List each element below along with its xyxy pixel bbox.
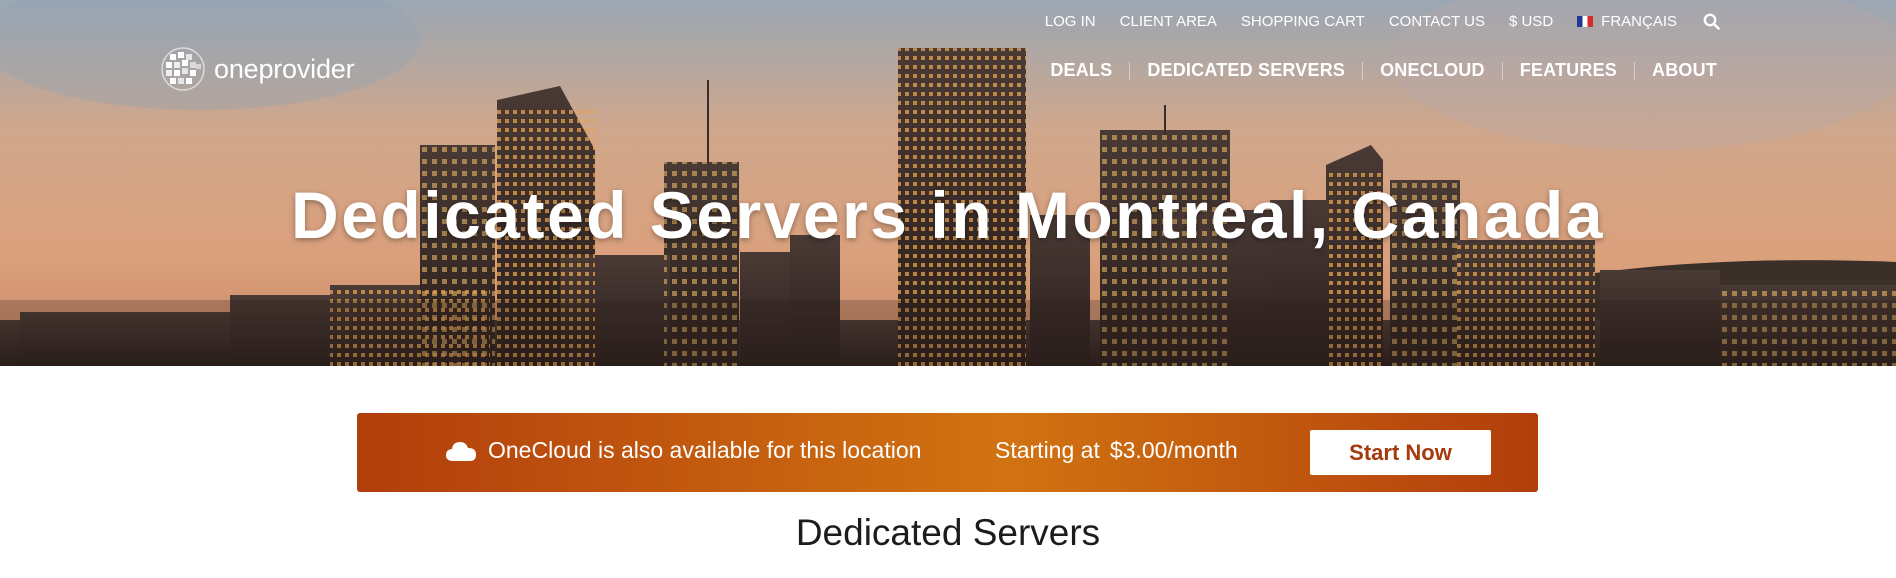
nav-divider (1501, 61, 1503, 80)
language-selector[interactable]: FRANÇAIS (1577, 13, 1677, 30)
nav-features[interactable]: FEATURES (1520, 60, 1617, 81)
util-shopping-cart-link[interactable]: SHOPPING CART (1241, 13, 1365, 30)
price-value: $3.00/month (1109, 437, 1238, 463)
language-label: FRANÇAIS (1601, 12, 1677, 30)
section-title: Dedicated Servers (795, 512, 1101, 553)
hero-banner: oneprovider LOG IN CLIENT AREA SHOPPING … (0, 0, 1896, 366)
util-client-area-link[interactable]: CLIENT AREA (1120, 13, 1217, 30)
nav-divider (1129, 61, 1131, 80)
nav-onecloud[interactable]: ONECLOUD (1380, 60, 1485, 81)
search-button[interactable] (1701, 11, 1721, 31)
nav-divider (1634, 61, 1635, 80)
nav-deals[interactable]: DEALS (1050, 60, 1112, 81)
nav-divider (1362, 61, 1364, 80)
util-contact-link[interactable]: CONTACT US (1389, 13, 1485, 30)
globe-logo-icon (161, 47, 205, 91)
onecloud-promo-banner: OneCloud is also available for this loca… (357, 413, 1538, 492)
utility-nav: LOG IN CLIENT AREA SHOPPING CART CONTACT… (1021, 11, 1721, 31)
france-flag-icon (1577, 15, 1594, 27)
promo-message: OneCloud is also available for this loca… (488, 437, 922, 463)
currency-selector[interactable]: $ USD (1509, 13, 1553, 30)
cloud-icon (446, 442, 476, 461)
hero-title: Dedicated Servers in Montreal, Canada (291, 178, 1605, 252)
price-prefix: Starting at (995, 437, 1100, 463)
logo-text: oneprovider (214, 53, 355, 84)
promo-price: Starting at $3.00/month (995, 437, 1238, 464)
site-logo[interactable]: oneprovider (160, 46, 355, 92)
nav-dedicated-servers[interactable]: DEDICATED SERVERS (1147, 60, 1345, 81)
main-nav: DEALS DEDICATED SERVERS ONECLOUD FEATURE… (1050, 60, 1717, 81)
util-login-link[interactable]: LOG IN (1045, 13, 1096, 30)
nav-about[interactable]: ABOUT (1652, 60, 1717, 81)
search-icon (1703, 13, 1720, 30)
start-now-button[interactable]: Start Now (1310, 430, 1491, 475)
